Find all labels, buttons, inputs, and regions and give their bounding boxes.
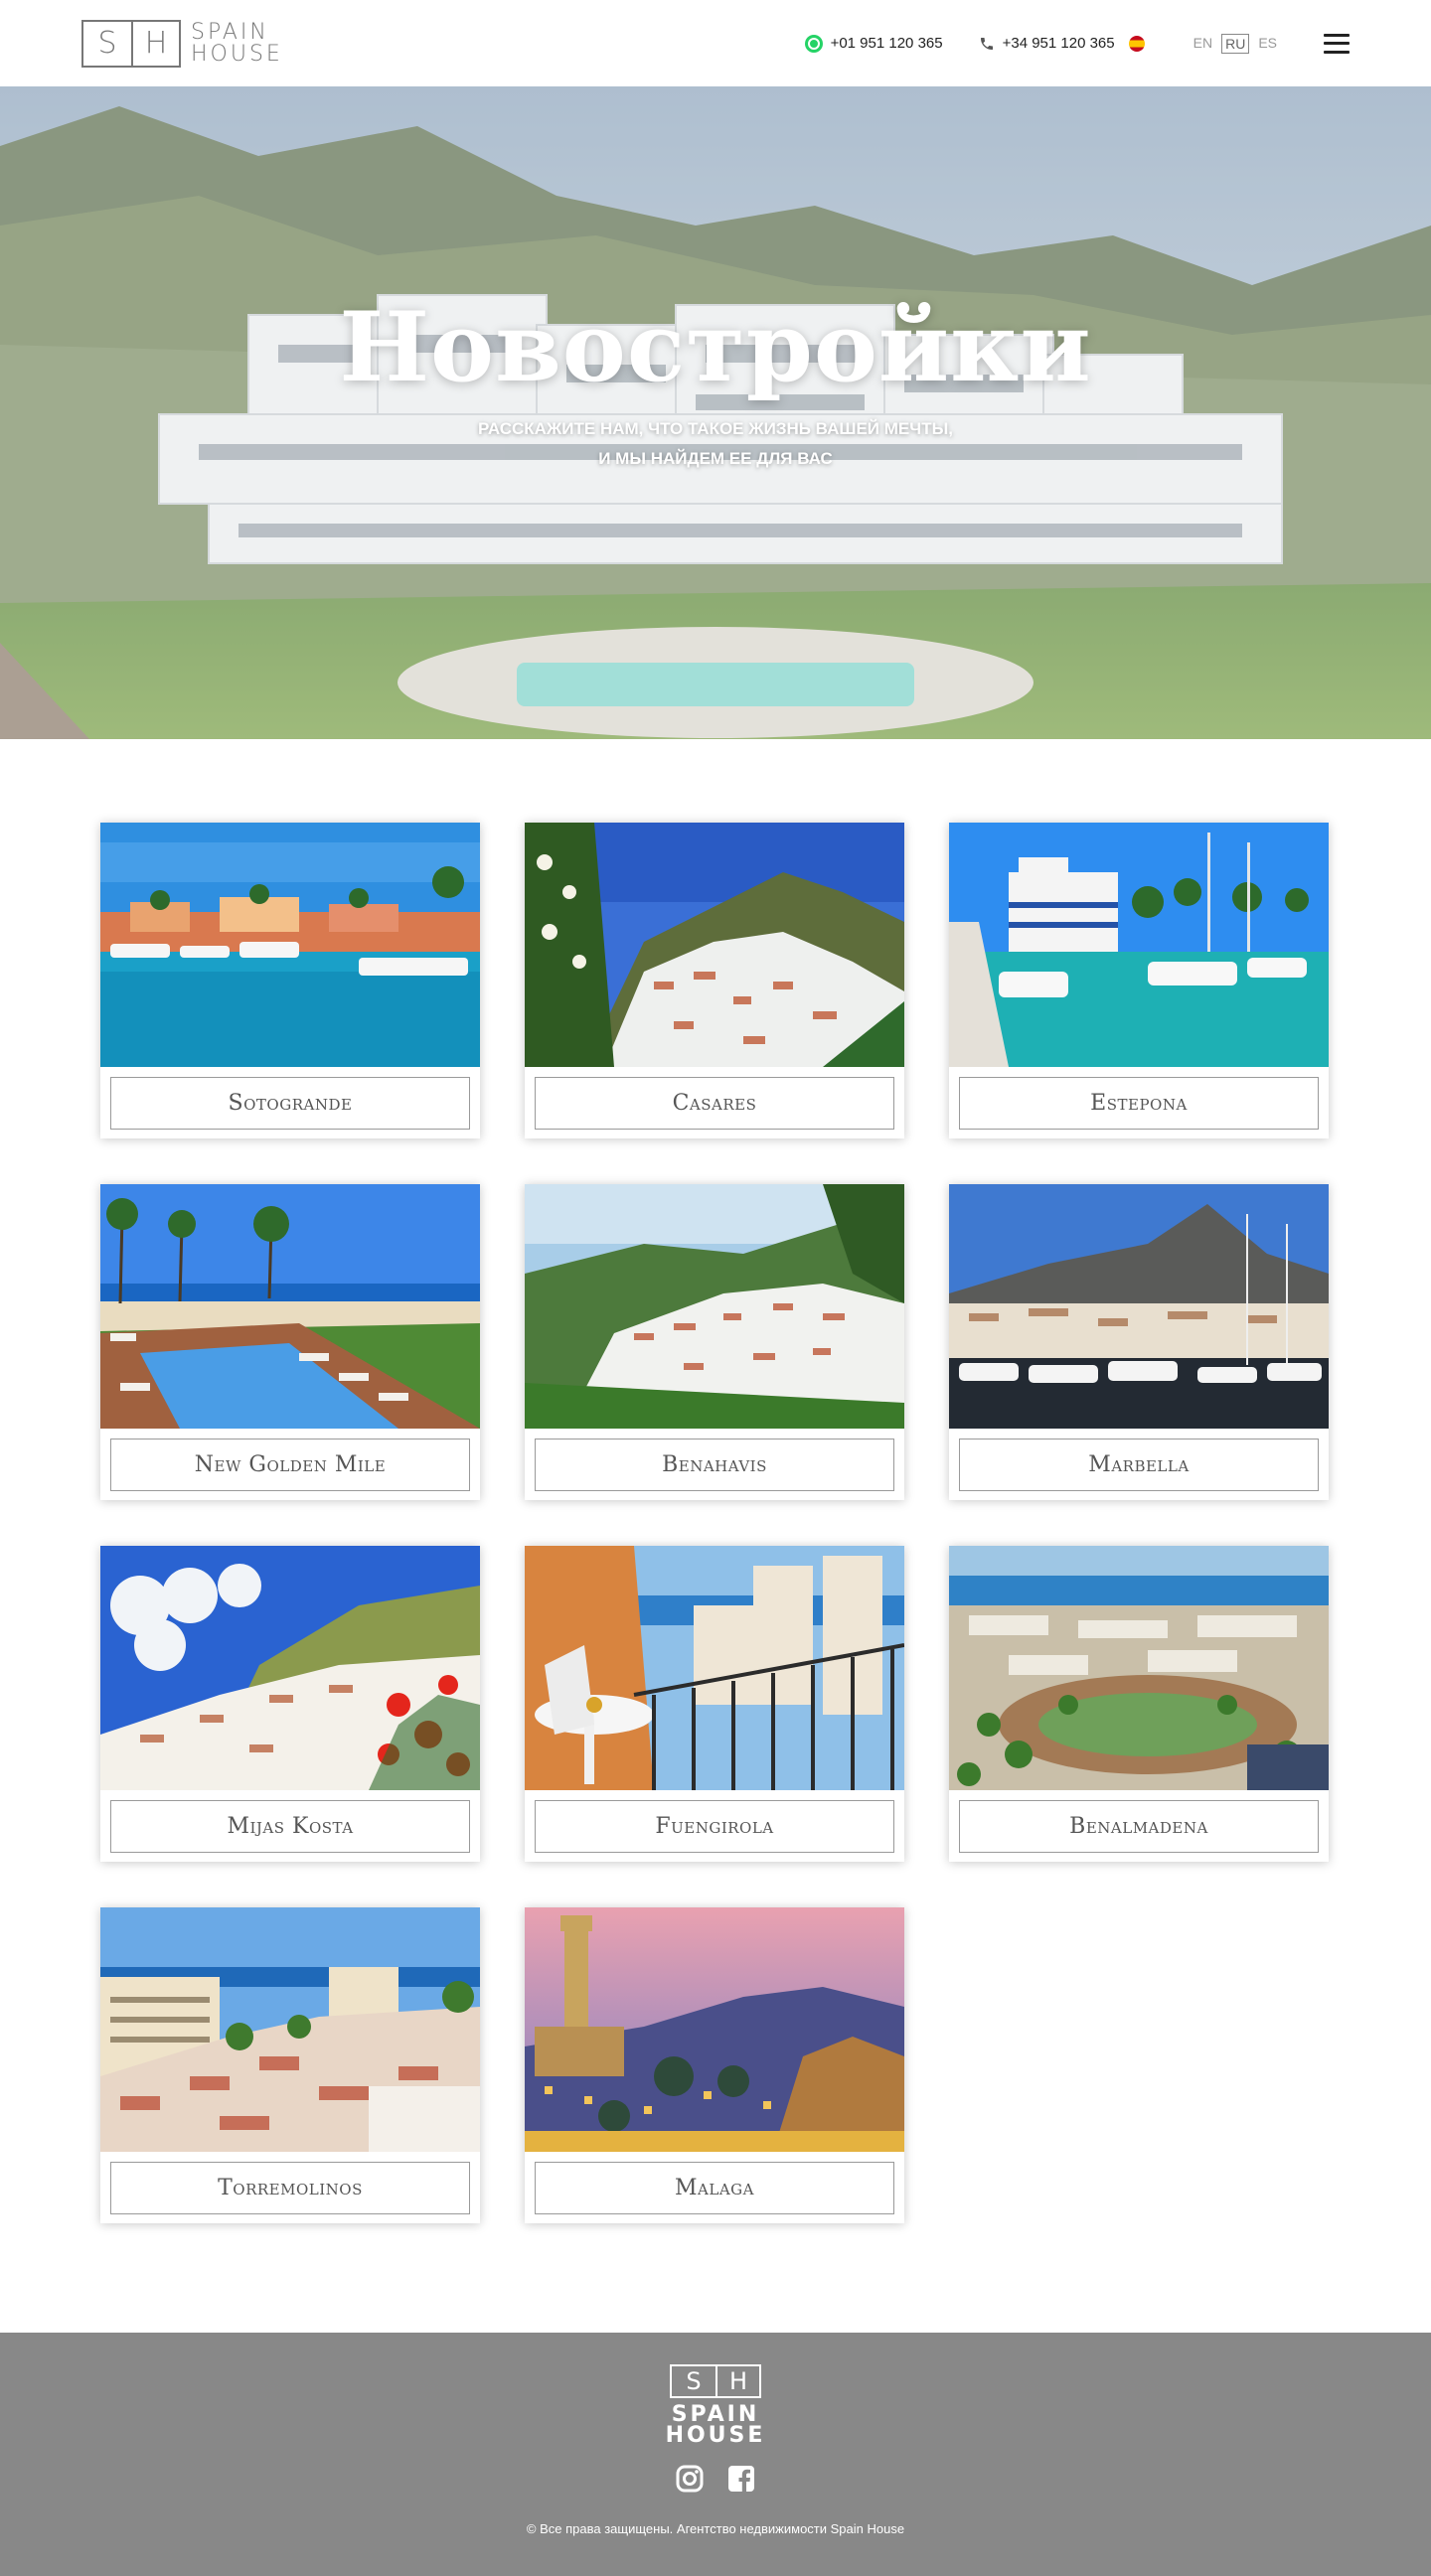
footer-logo-letter-h: H [715,2366,759,2396]
location-photo [100,1907,480,2152]
location-card-marbella[interactable]: Marbella [949,1184,1329,1500]
location-photo [100,1546,480,1790]
site-footer: S H SPAIN HOUSE © Все права защищены. Аг… [0,2333,1431,2576]
language-switcher: EN RU ES [1191,33,1280,54]
location-label: Malaga [535,2162,894,2214]
location-label: Mijas Kosta [110,1800,470,1853]
location-photo [525,1907,904,2152]
location-photo [949,823,1329,1067]
location-photo [525,1184,904,1429]
location-photo [525,823,904,1067]
location-label: Benalmadena [959,1800,1319,1853]
copyright-text: © Все права защищены. Агентство недвижим… [526,2521,905,2536]
location-label: Sotogrande [110,1077,470,1130]
location-label: Torremolinos [110,2162,470,2214]
location-label: Fuengirola [535,1800,894,1853]
whatsapp-icon [804,34,823,53]
hero-subtitle-line-2: и мы найдем ее для вас [598,448,833,468]
location-card-fuengirola[interactable]: Fuengirola [525,1546,904,1862]
instagram-icon[interactable] [675,2464,705,2494]
hero-subtitle: Расскажите нам, что такое жизнь вашей ме… [0,414,1431,474]
hero-text: Новостройки Расскажите нам, что такое жи… [0,295,1431,474]
location-card-casares[interactable]: Casares [525,823,904,1138]
location-photo [100,1184,480,1429]
location-photo [949,1546,1329,1790]
location-label: Marbella [959,1439,1319,1491]
spain-phone-number: +34 951 120 365 [1002,35,1115,52]
location-card-sotogrande[interactable]: Sotogrande [100,823,480,1138]
location-card-new-golden-mile[interactable]: New Golden Mile [100,1184,480,1500]
hero-banner: Новостройки Расскажите нам, что такое жи… [0,86,1431,739]
header-contacts: +01 951 120 365 +34 951 120 365 EN RU ES [769,33,1350,54]
hero-subtitle-line-1: Расскажите нам, что такое жизнь вашей ме… [478,418,953,438]
footer-logo-letter-s: S [686,2367,702,2395]
location-photo [949,1184,1329,1429]
facebook-icon[interactable] [726,2464,756,2494]
lang-en[interactable]: EN [1191,34,1215,54]
site-header: S H SPAIN HOUSE +01 951 120 365 +34 951 … [0,0,1431,86]
location-card-estepona[interactable]: Estepona [949,823,1329,1138]
location-card-torremolinos[interactable]: Torremolinos [100,1907,480,2223]
location-label: Casares [535,1077,894,1130]
footer-logo-word-house: HOUSE [665,2423,766,2448]
logo-mark: S H [81,19,181,68]
footer-logo-word-spain: SPAIN [671,2402,760,2427]
whatsapp-phone-link[interactable]: +01 951 120 365 [804,34,943,53]
location-label: Estepona [959,1077,1319,1130]
spain-phone-link[interactable]: +34 951 120 365 [979,35,1145,52]
whatsapp-phone-number: +01 951 120 365 [830,35,943,52]
location-label: New Golden Mile [110,1439,470,1491]
location-label: Benahavis [535,1439,894,1491]
page-title: Новостройки [339,291,1092,403]
site-logo[interactable]: S H SPAIN HOUSE [81,19,283,68]
lang-es[interactable]: ES [1255,34,1280,54]
spain-flag-icon [1128,35,1145,52]
location-card-mijas-kosta[interactable]: Mijas Kosta [100,1546,480,1862]
location-card-benahavis[interactable]: Benahavis [525,1184,904,1500]
footer-logo[interactable]: S H SPAIN HOUSE [665,2364,766,2448]
footer-logo-mark: S H [669,2364,761,2398]
logo-word-house: HOUSE [191,41,283,67]
logo-letter-h: H [131,21,179,66]
locations-grid: Sotogrande Casares Estepona New Golden M… [0,739,1431,2333]
location-photo [100,823,480,1067]
logo-word-spain: SPAIN [191,19,269,45]
location-card-malaga[interactable]: Malaga [525,1907,904,2223]
location-photo [525,1546,904,1790]
hamburger-menu-icon[interactable] [1324,33,1350,54]
lang-ru[interactable]: RU [1221,33,1250,54]
location-card-benalmadena[interactable]: Benalmadena [949,1546,1329,1862]
logo-letter-s: S [97,26,117,61]
footer-logo-wordmark: SPAIN HOUSE [665,2402,766,2448]
logo-wordmark: SPAIN HOUSE [191,19,283,67]
social-links [675,2464,756,2494]
phone-icon [980,37,993,50]
